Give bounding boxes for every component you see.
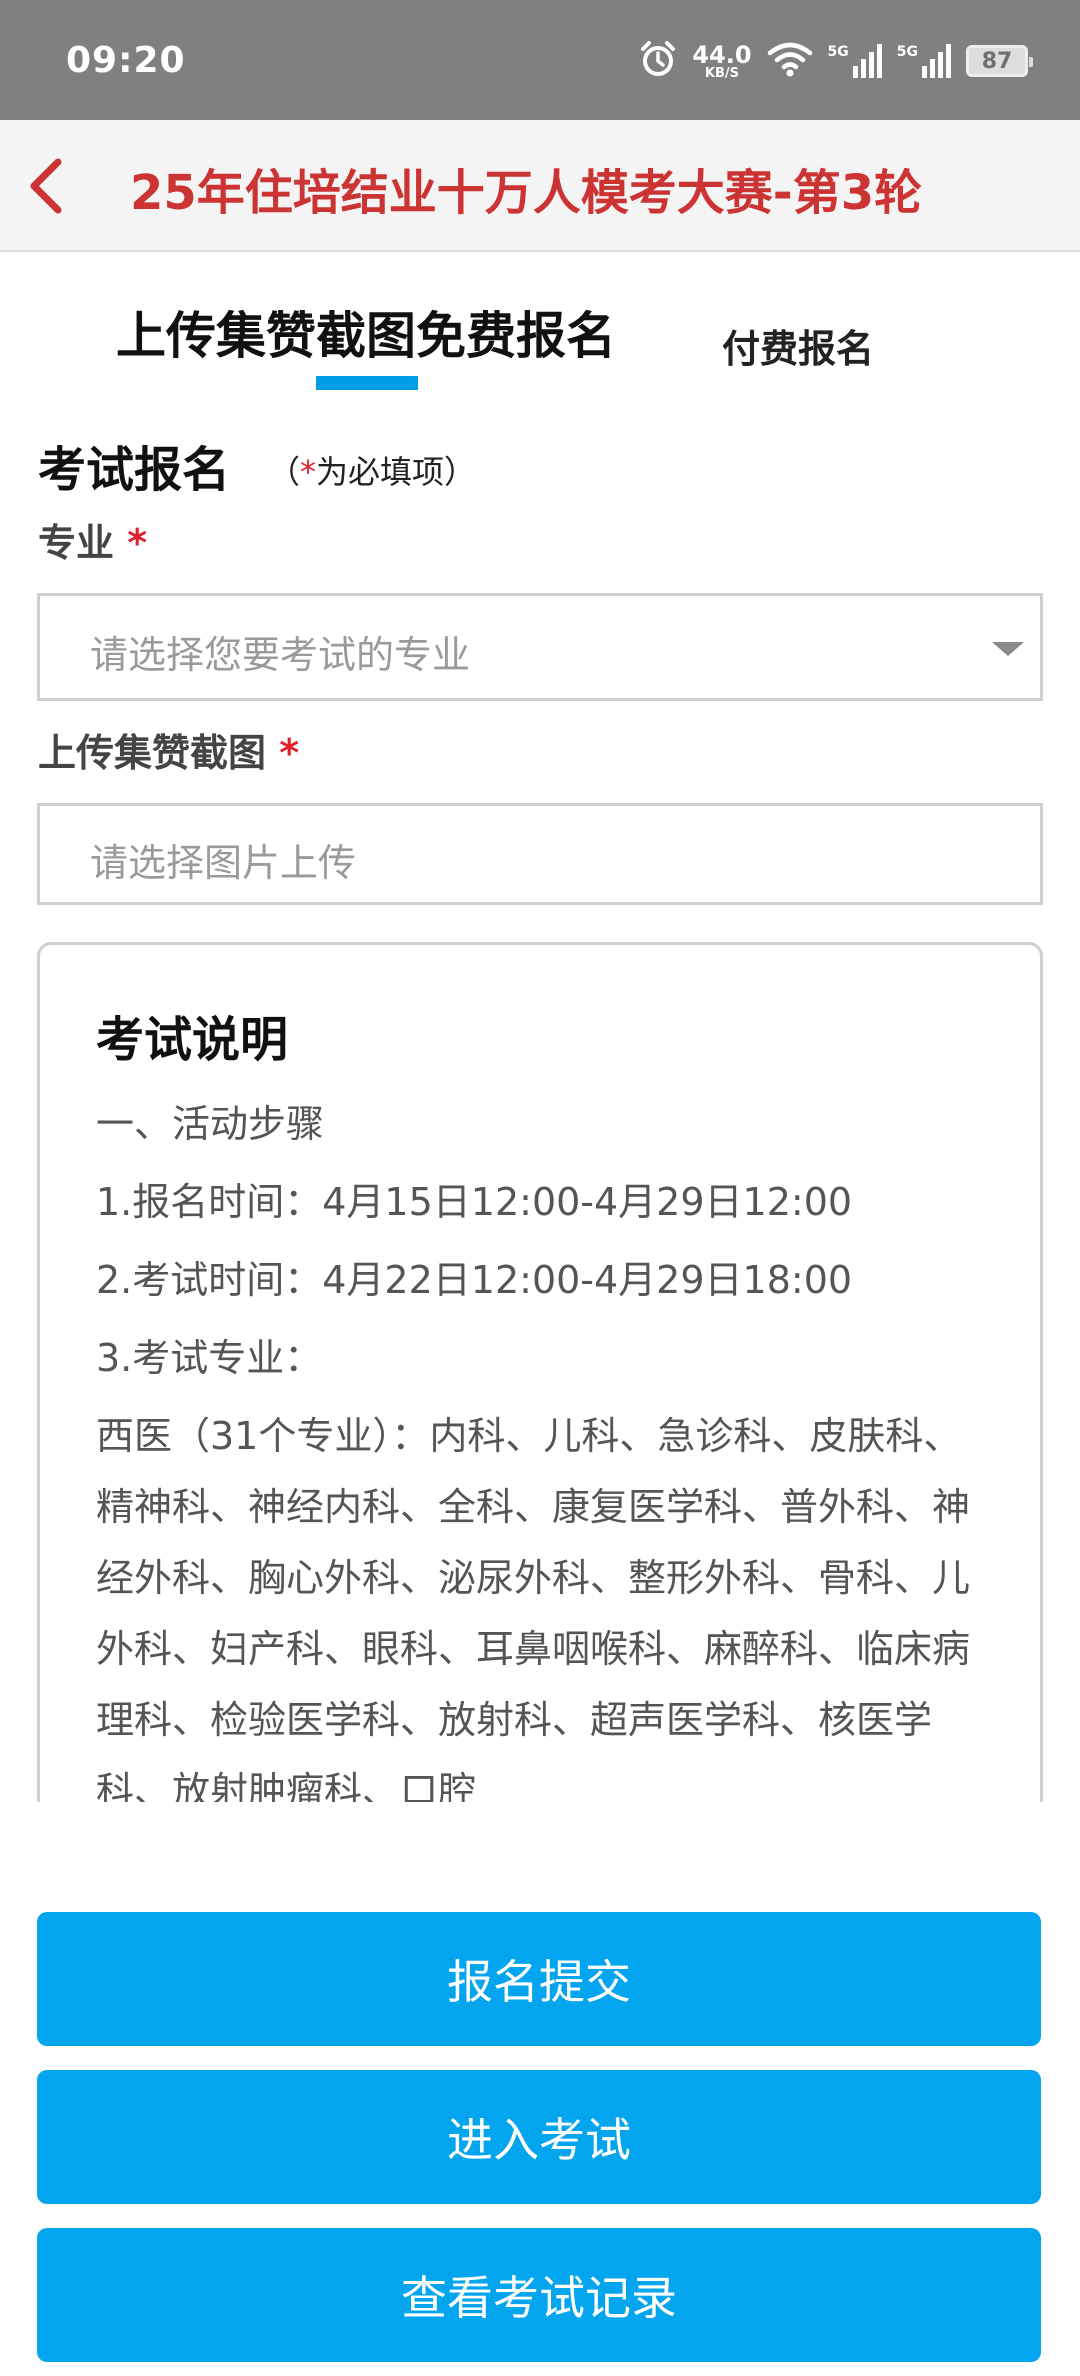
major-select-placeholder: 请选择您要考试的专业 bbox=[90, 633, 471, 677]
back-button[interactable] bbox=[22, 156, 72, 216]
form-title: 考试报名 bbox=[38, 442, 231, 498]
page: 09:20 44.0 KB/S 5G 5G 87 25年住培结业十万人模考大赛-… bbox=[0, 0, 1080, 2376]
signal-label: 5G bbox=[827, 44, 849, 60]
required-note-open: （ bbox=[268, 453, 301, 491]
image-upload-field[interactable]: 请选择图片上传 bbox=[37, 803, 1043, 905]
status-icons: 44.0 KB/S 5G 5G 87 bbox=[638, 38, 1033, 84]
battery-level: 87 bbox=[981, 48, 1013, 74]
exam-info-body: 一、活动步骤 1.报名时间：4月15日12:00-4月29日12:00 2.考试… bbox=[96, 1085, 996, 1802]
major-select[interactable]: 请选择您要考试的专业 bbox=[37, 593, 1043, 701]
upload-label-text: 上传集赞截图 bbox=[38, 731, 267, 775]
major-label-text: 专业 bbox=[38, 521, 115, 565]
active-tab-indicator bbox=[316, 376, 418, 390]
dropdown-arrow-icon bbox=[992, 642, 1024, 656]
upload-placeholder: 请选择图片上传 bbox=[90, 841, 357, 885]
required-note: （*为必填项） bbox=[268, 447, 476, 493]
signal-label: 5G bbox=[896, 44, 918, 60]
required-star: * bbox=[300, 453, 317, 491]
signup-time: 1.报名时间：4月15日12:00-4月29日12:00 bbox=[96, 1180, 853, 1224]
exam-time: 2.考试时间：4月22日12:00-4月29日18:00 bbox=[96, 1258, 853, 1302]
signal-icon: 5G bbox=[897, 44, 952, 78]
tab-free-signup[interactable]: 上传集赞截图免费报名 bbox=[116, 296, 616, 368]
required-star: * bbox=[279, 731, 300, 775]
alarm-icon bbox=[638, 39, 678, 83]
signal-icon: 5G bbox=[828, 44, 883, 78]
status-bar: 09:20 44.0 KB/S 5G 5G 87 bbox=[0, 0, 1080, 120]
enter-exam-button[interactable]: 进入考试 bbox=[37, 2070, 1041, 2204]
majors-text: 西医（31个专业）：内科、儿科、急诊科、皮肤科、精神科、神经内科、全科、康复医学… bbox=[96, 1414, 971, 1802]
network-speed-unit: KB/S bbox=[704, 65, 739, 81]
submit-signup-button[interactable]: 报名提交 bbox=[37, 1912, 1041, 2046]
exam-info-card[interactable]: 考试说明 一、活动步骤 1.报名时间：4月15日12:00-4月29日12:00… bbox=[37, 942, 1043, 1802]
network-speed-value: 44.0 bbox=[692, 40, 752, 69]
page-title: 25年住培结业十万人模考大赛-第3轮 bbox=[130, 165, 923, 221]
majors-heading: 3.考试专业： bbox=[96, 1336, 323, 1380]
required-star: * bbox=[127, 521, 148, 565]
major-label: 专业 * bbox=[38, 512, 147, 567]
exam-info-title: 考试说明 bbox=[96, 1012, 289, 1068]
battery-icon: 87 bbox=[966, 45, 1033, 77]
network-speed: 44.0 KB/S bbox=[692, 43, 751, 80]
status-time: 09:20 bbox=[66, 40, 186, 81]
app-header: 25年住培结业十万人模考大赛-第3轮 bbox=[0, 120, 1080, 252]
step-heading: 一、活动步骤 bbox=[96, 1102, 325, 1146]
required-note-text: 为必填项） bbox=[316, 453, 477, 491]
view-records-button[interactable]: 查看考试记录 bbox=[37, 2228, 1041, 2362]
upload-label: 上传集赞截图 * bbox=[38, 722, 299, 777]
chevron-left-icon bbox=[30, 158, 62, 214]
wifi-icon bbox=[766, 41, 814, 81]
tab-paid-signup[interactable]: 付费报名 bbox=[722, 318, 874, 373]
